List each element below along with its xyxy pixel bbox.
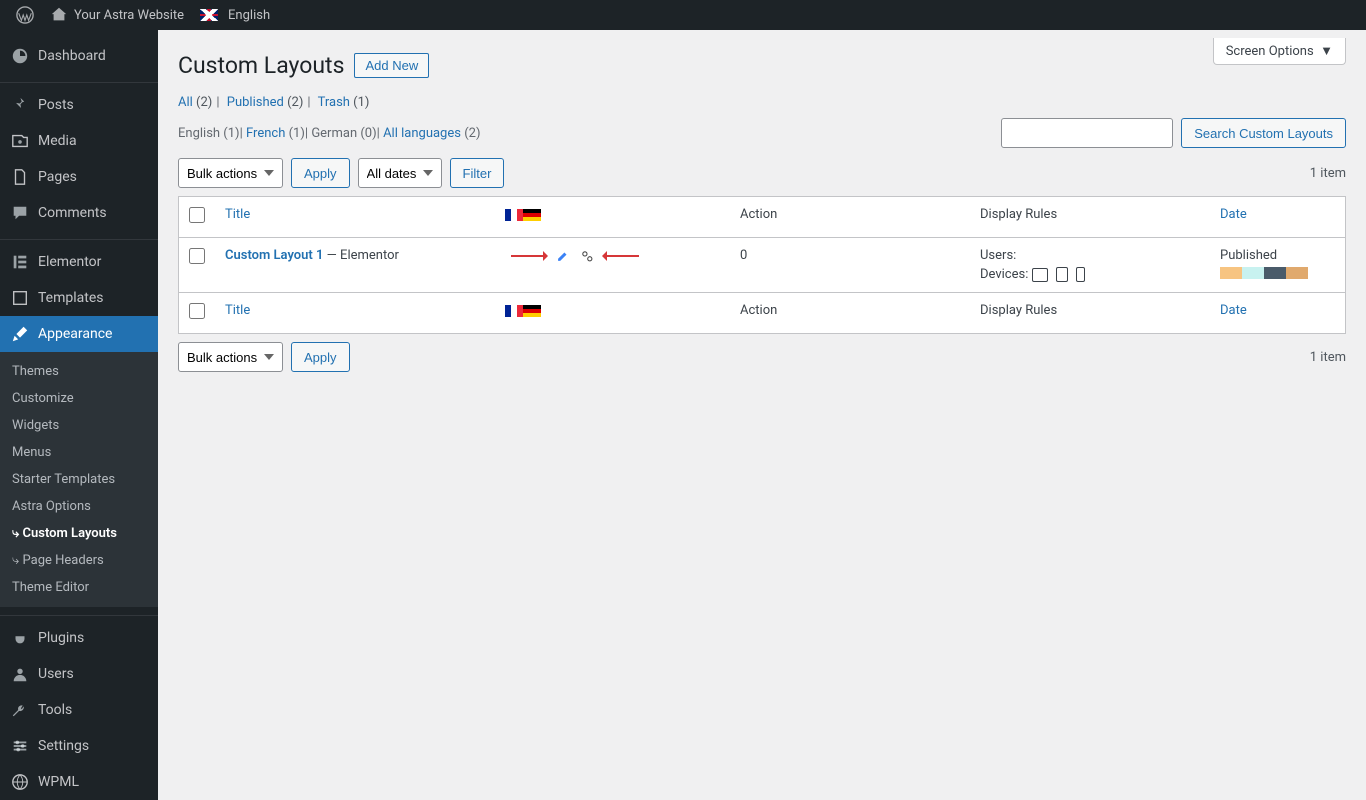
col-display: Display Rules — [970, 197, 1210, 238]
item-count: 1 item — [1310, 166, 1346, 181]
col-action: Action — [730, 197, 970, 238]
user-icon — [10, 664, 30, 684]
search-button[interactable]: Search Custom Layouts — [1181, 118, 1346, 148]
language-switcher[interactable]: English — [192, 8, 278, 23]
templates-icon — [10, 288, 30, 308]
site-link[interactable]: Your Astra Website — [42, 6, 192, 24]
select-all-checkbox[interactable] — [189, 207, 205, 223]
comment-icon — [10, 203, 30, 223]
layouts-table: Title Action Display Rules Date Custom L… — [178, 196, 1346, 334]
menu-dashboard[interactable]: Dashboard — [0, 38, 158, 74]
menu-settings[interactable]: Settings — [0, 728, 158, 764]
submenu-starter-templates[interactable]: Starter Templates — [0, 466, 158, 493]
filter-published[interactable]: Published — [227, 95, 284, 110]
menu-templates[interactable]: Templates — [0, 280, 158, 316]
pin-icon — [10, 95, 30, 115]
brush-icon — [10, 324, 30, 344]
menu-tools[interactable]: Tools — [0, 692, 158, 728]
table-row: Custom Layout 1 — Elementor 0 Users: Dev… — [179, 238, 1346, 293]
page-title: Custom Layouts — [178, 52, 344, 79]
apply-button[interactable]: Apply — [291, 158, 350, 188]
submenu-astra-options[interactable]: Astra Options — [0, 493, 158, 520]
col-date[interactable]: Date — [1210, 197, 1346, 238]
dashboard-icon — [10, 46, 30, 66]
status-filters: All (2)| Published (2)| Trash (1) — [178, 95, 1346, 110]
menu-media[interactable]: Media — [0, 123, 158, 159]
fr-flag-icon — [505, 305, 523, 317]
admin-sidebar: Dashboard PostsMediaPagesComments Elemento… — [0, 30, 158, 800]
row-status: Published — [1220, 248, 1335, 263]
lang-all[interactable]: All languages — [383, 126, 461, 141]
submenu-theme-editor[interactable]: Theme Editor — [0, 574, 158, 601]
search-input[interactable] — [1001, 118, 1173, 148]
de-flag-icon — [523, 305, 541, 317]
col-title-foot[interactable]: Title — [215, 293, 495, 334]
arrow-left-icon — [603, 255, 639, 257]
lang-french[interactable]: French — [246, 126, 285, 141]
menu-comments[interactable]: Comments — [0, 195, 158, 231]
date-filter-select[interactable]: All dates — [358, 158, 442, 188]
tablet-icon — [1056, 267, 1068, 282]
menu-wpml[interactable]: WPML — [0, 764, 158, 800]
submenu-themes[interactable]: Themes — [0, 358, 158, 385]
lang-english[interactable]: English — [178, 126, 220, 141]
row-action: 0 — [730, 238, 970, 293]
menu-users[interactable]: Users — [0, 656, 158, 692]
row-checkbox[interactable] — [189, 248, 205, 264]
admin-bar: Your Astra Website English — [0, 0, 1366, 30]
language-filters: English (1)| French (1)| German (0)| All… — [178, 126, 481, 141]
wrench-icon — [10, 700, 30, 720]
apply-button-bottom[interactable]: Apply — [291, 342, 350, 372]
col-display-foot: Display Rules — [970, 293, 1210, 334]
bulk-actions-select-bottom[interactable]: Bulk actions — [178, 342, 283, 372]
elementor-icon — [10, 252, 30, 272]
menu-appearance[interactable]: Appearance — [0, 316, 158, 352]
col-title[interactable]: Title — [215, 197, 495, 238]
de-flag-icon — [523, 209, 541, 221]
gear-icon[interactable] — [580, 249, 594, 263]
mobile-icon — [1076, 267, 1085, 282]
screen-options[interactable]: Screen Options ▼ — [1213, 38, 1346, 65]
menu-pages[interactable]: Pages — [0, 159, 158, 195]
bulk-actions-select[interactable]: Bulk actions — [178, 158, 283, 188]
filter-all[interactable]: All — [178, 95, 193, 110]
fr-flag-icon — [505, 209, 523, 221]
select-all-checkbox-bottom[interactable] — [189, 303, 205, 319]
arrow-right-icon — [511, 255, 547, 257]
desktop-icon — [1032, 268, 1048, 282]
menu-posts[interactable]: Posts — [0, 87, 158, 123]
menu-plugins[interactable]: Plugins — [0, 620, 158, 656]
submenu-customize[interactable]: Customize — [0, 385, 158, 412]
row-title-link[interactable]: Custom Layout 1 — [225, 248, 323, 263]
settings-icon — [10, 736, 30, 756]
submenu-page-headers[interactable]: ⤷ Page Headers — [0, 547, 158, 574]
filter-trash[interactable]: Trash — [318, 95, 350, 110]
color-swatches — [1220, 267, 1335, 279]
filter-button[interactable]: Filter — [450, 158, 505, 188]
menu-elementor[interactable]: Elementor — [0, 244, 158, 280]
page-icon — [10, 167, 30, 187]
add-new-button[interactable]: Add New — [354, 53, 429, 78]
lang-german[interactable]: German — [311, 126, 357, 141]
pencil-icon[interactable] — [556, 249, 570, 263]
uk-flag-icon — [200, 9, 218, 21]
plug-icon — [10, 628, 30, 648]
submenu-widgets[interactable]: Widgets — [0, 412, 158, 439]
col-action-foot: Action — [730, 293, 970, 334]
wp-logo[interactable] — [8, 6, 42, 24]
globe-icon — [10, 772, 30, 792]
submenu-custom-layouts[interactable]: ⤷ Custom Layouts — [0, 520, 158, 547]
item-count-bottom: 1 item — [1310, 350, 1346, 365]
submenu-menus[interactable]: Menus — [0, 439, 158, 466]
media-icon — [10, 131, 30, 151]
col-date-foot[interactable]: Date — [1210, 293, 1346, 334]
col-languages — [495, 197, 730, 238]
